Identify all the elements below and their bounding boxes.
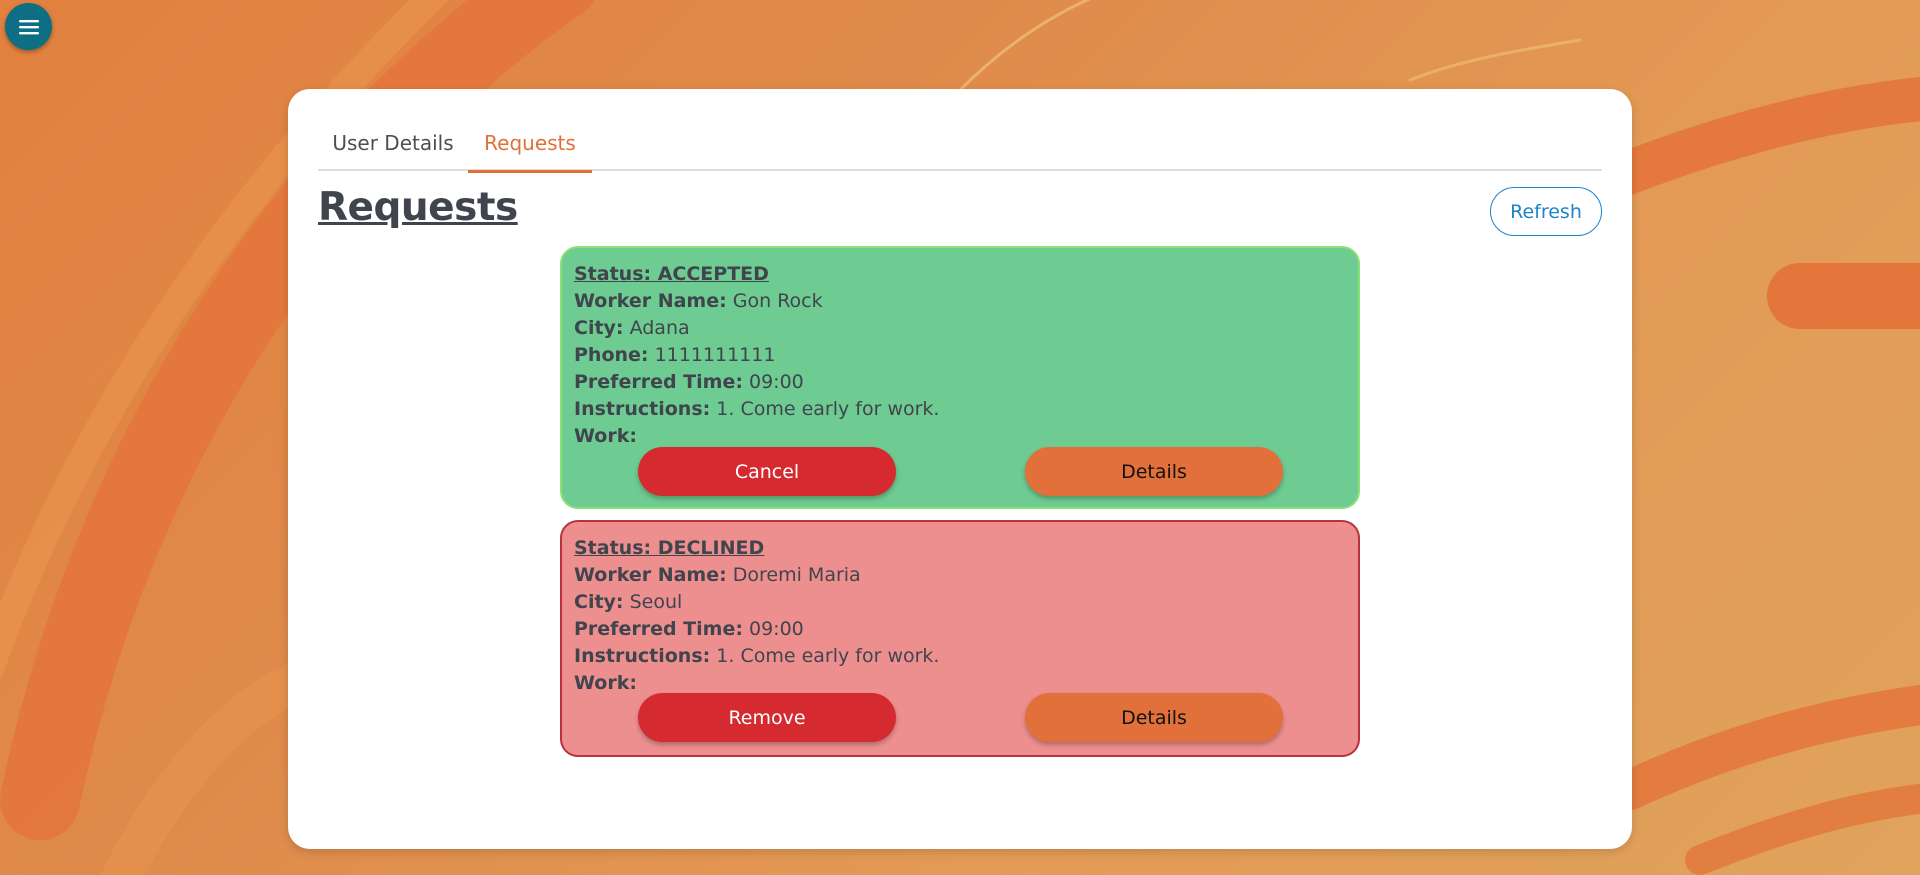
city-label: City: bbox=[574, 317, 624, 339]
preferred-time-label: Preferred Time: bbox=[574, 371, 743, 393]
preferred-time-value: 09:00 bbox=[748, 371, 804, 393]
details-button[interactable]: Details bbox=[1025, 693, 1283, 742]
refresh-button[interactable]: Refresh bbox=[1490, 187, 1602, 236]
work-row: Work: bbox=[574, 423, 1346, 450]
tab-bar: User Details Requests bbox=[318, 127, 1602, 173]
cancel-button[interactable]: Cancel bbox=[638, 447, 896, 496]
tab-requests[interactable]: Requests bbox=[468, 127, 592, 173]
instructions-label: Instructions: bbox=[574, 398, 711, 420]
worker-name-label: Worker Name: bbox=[574, 290, 727, 312]
work-label: Work: bbox=[574, 425, 637, 447]
worker-name-value: Gon Rock bbox=[732, 290, 823, 312]
phone-label: Phone: bbox=[574, 344, 649, 366]
tab-user-details[interactable]: User Details bbox=[318, 127, 468, 171]
work-label: Work: bbox=[574, 672, 637, 694]
request-status: Status: DECLINED bbox=[574, 537, 765, 559]
request-card-declined: Status: DECLINED Worker Name: Doremi Mar… bbox=[560, 520, 1360, 757]
worker-name-row: Worker Name: Doremi Maria bbox=[574, 562, 1346, 589]
worker-name-row: Worker Name: Gon Rock bbox=[574, 288, 1346, 315]
details-button[interactable]: Details bbox=[1025, 447, 1283, 496]
preferred-time-row: Preferred Time: 09:00 bbox=[574, 369, 1346, 396]
city-label: City: bbox=[574, 591, 624, 613]
phone-value: 1111111111 bbox=[654, 344, 776, 366]
main-panel: User Details Requests Requests Refresh S… bbox=[288, 89, 1632, 849]
request-card-accepted: Status: ACCEPTED Worker Name: Gon Rock C… bbox=[560, 246, 1360, 509]
worker-name-value: Doremi Maria bbox=[732, 564, 861, 586]
phone-row: Phone: 1111111111 bbox=[574, 342, 1346, 369]
instructions-label: Instructions: bbox=[574, 645, 711, 667]
city-row: City: Seoul bbox=[574, 589, 1346, 616]
preferred-time-value: 09:00 bbox=[748, 618, 804, 640]
page-title: Requests bbox=[318, 185, 518, 230]
city-row: City: Adana bbox=[574, 315, 1346, 342]
menu-icon bbox=[18, 19, 39, 34]
instructions-value: 1. Come early for work. bbox=[716, 398, 940, 420]
remove-button[interactable]: Remove bbox=[638, 693, 896, 742]
instructions-row: Instructions: 1. Come early for work. bbox=[574, 643, 1346, 670]
instructions-value: 1. Come early for work. bbox=[716, 645, 940, 667]
menu-button[interactable] bbox=[5, 3, 52, 50]
request-status: Status: ACCEPTED bbox=[574, 263, 769, 285]
city-value: Seoul bbox=[629, 591, 683, 613]
preferred-time-label: Preferred Time: bbox=[574, 618, 743, 640]
instructions-row: Instructions: 1. Come early for work. bbox=[574, 396, 1346, 423]
city-value: Adana bbox=[629, 317, 690, 339]
worker-name-label: Worker Name: bbox=[574, 564, 727, 586]
preferred-time-row: Preferred Time: 09:00 bbox=[574, 616, 1346, 643]
